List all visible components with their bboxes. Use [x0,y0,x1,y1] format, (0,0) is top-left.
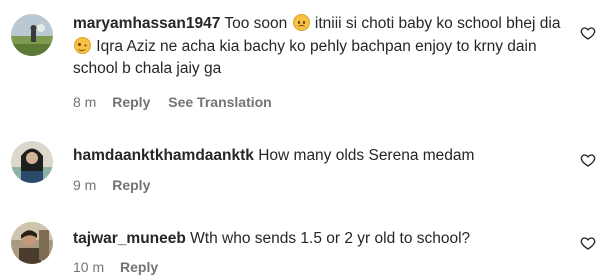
heart-outline-icon[interactable] [580,25,596,41]
reply-button[interactable]: Reply [112,94,150,110]
comment-text: tajwar_muneeb Wth who sends 1.5 or 2 yr … [73,228,564,251]
comment-username[interactable]: tajwar_muneeb [73,230,186,247]
heart-outline-icon[interactable] [580,152,596,168]
comment-text: maryamhassan1947 Too soon itniii si chot… [73,13,564,81]
comment-time: 9 m [73,177,97,193]
comment-meta: 8 m Reply See Translation [73,94,272,110]
sad-face-emoji-icon [292,14,310,31]
comment-text-segment: Wth who sends 1.5 or 2 yr old to school? [185,230,471,247]
avatar[interactable] [11,222,53,264]
smirk-face-emoji-icon [74,36,91,54]
avatar[interactable] [11,14,53,56]
comment-text-segment: Too soon [220,15,292,32]
comment-username[interactable]: maryamhassan1947 [73,15,220,32]
comment-time: 10 m [73,259,105,275]
comment-meta: 10 m Reply [73,259,172,275]
comment-text-segment: How many olds Serena medam [253,147,475,164]
comment-time: 8 m [73,94,97,110]
reply-button[interactable]: Reply [112,177,150,193]
reply-button[interactable]: Reply [120,259,158,275]
comment-username[interactable]: hamdaanktkhamdaanktk [73,147,254,164]
comment-text-segment: itniii si choti baby ko school bhej dia [310,15,561,32]
avatar[interactable] [11,141,53,183]
comment-text: hamdaanktkhamdaanktk How many olds Seren… [73,145,564,168]
heart-outline-icon[interactable] [580,235,596,251]
see-translation-button[interactable]: See Translation [168,94,271,110]
comment-text-segment: Iqra Aziz ne acha kia bachy ko pehly bac… [73,37,537,78]
comment-meta: 9 m Reply [73,177,164,193]
